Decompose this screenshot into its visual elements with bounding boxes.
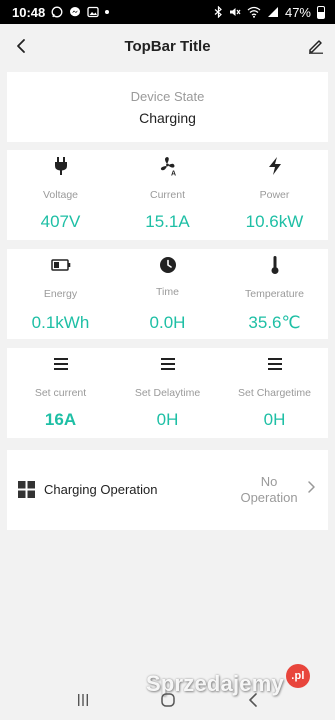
pencil-icon bbox=[309, 40, 323, 54]
set-delaytime-value: 0H bbox=[156, 410, 179, 429]
battery-icon bbox=[7, 255, 114, 275]
time-value: 0.0H bbox=[149, 313, 186, 332]
voltage-label: Voltage bbox=[42, 189, 79, 201]
system-nav-bar bbox=[0, 680, 335, 720]
gallery-icon bbox=[87, 6, 99, 18]
device-state-value: Charging bbox=[139, 110, 196, 126]
setting-chargetime[interactable]: Set Chargetime 0H bbox=[221, 348, 328, 438]
bluetooth-icon bbox=[214, 6, 223, 18]
metric-power: Power 10.6kW bbox=[221, 150, 328, 240]
signal-icon bbox=[267, 6, 279, 18]
charging-operation-status: No Operation bbox=[229, 474, 309, 506]
plug-icon bbox=[7, 156, 114, 176]
power-label: Power bbox=[259, 189, 290, 201]
set-chargetime-value: 0H bbox=[263, 410, 286, 429]
battery-percent: 47% bbox=[284, 4, 311, 20]
chevron-left-icon bbox=[17, 39, 25, 53]
power-value: 10.6kW bbox=[245, 212, 304, 231]
time-label: Time bbox=[156, 286, 179, 298]
messenger-icon bbox=[69, 6, 81, 18]
battery-fill bbox=[318, 12, 324, 18]
device-state-card: Device State Charging bbox=[7, 72, 328, 142]
menu-icon bbox=[114, 354, 221, 374]
whatsapp-icon bbox=[51, 6, 63, 18]
set-delaytime-label: Set Delaytime bbox=[134, 387, 201, 399]
status-time: 10:48 bbox=[12, 4, 46, 20]
operation-status-line1: No bbox=[260, 474, 278, 489]
charging-operation-row[interactable]: Charging Operation No Operation bbox=[7, 450, 328, 530]
mute-icon bbox=[229, 6, 241, 18]
metric-energy: Energy 0.1kWh bbox=[7, 249, 114, 339]
fan-current-icon: A bbox=[114, 156, 221, 176]
menu-icon bbox=[221, 354, 328, 374]
metric-temperature: Temperature 35.6℃ bbox=[221, 249, 328, 339]
battery-icon bbox=[317, 5, 325, 19]
clock-icon bbox=[114, 255, 221, 275]
home-button[interactable] bbox=[148, 685, 188, 715]
metric-time: Time 0.0H bbox=[114, 249, 221, 339]
top-bar: TopBar Title bbox=[0, 24, 335, 68]
thermometer-icon bbox=[221, 255, 328, 275]
menu-icon bbox=[7, 354, 114, 374]
metrics-card-electrical: Voltage 407V A Current 15.1A Power 10.6k… bbox=[7, 150, 328, 240]
set-current-label: Set current bbox=[34, 387, 87, 399]
status-bar-left: 10:48 bbox=[12, 4, 110, 20]
wifi-icon bbox=[247, 6, 261, 18]
battery-shell bbox=[317, 5, 325, 19]
status-bar-right: 47% bbox=[214, 5, 325, 20]
svg-text:A: A bbox=[171, 171, 176, 177]
back-button[interactable] bbox=[8, 33, 34, 59]
back-icon bbox=[248, 693, 257, 707]
recent-apps-button[interactable] bbox=[63, 685, 103, 715]
metrics-card-session: Energy 0.1kWh Time 0.0H Temperature 35.6… bbox=[7, 249, 328, 339]
lightning-icon bbox=[221, 156, 328, 176]
home-icon bbox=[160, 693, 175, 707]
operation-status-line2: Operation bbox=[240, 490, 298, 505]
recent-apps-icon bbox=[77, 694, 88, 706]
energy-label: Energy bbox=[43, 288, 78, 300]
dot-icon bbox=[105, 10, 110, 14]
page-title: TopBar Title bbox=[124, 37, 211, 55]
edit-button[interactable] bbox=[303, 33, 329, 59]
back-nav-button[interactable] bbox=[233, 685, 273, 715]
setting-current[interactable]: Set current 16A bbox=[7, 348, 114, 438]
settings-card: Set current 16A Set Delaytime 0H Set Cha… bbox=[7, 348, 328, 438]
set-current-value: 16A bbox=[44, 410, 77, 429]
current-value: 15.1A bbox=[145, 212, 190, 231]
status-bar: 10:48 47% bbox=[0, 0, 335, 24]
metric-current: A Current 15.1A bbox=[114, 150, 221, 240]
temperature-value: 35.6℃ bbox=[248, 313, 301, 332]
charging-operation-label: Charging Operation bbox=[44, 482, 158, 497]
device-state-label: Device State bbox=[130, 89, 205, 104]
metric-voltage: Voltage 407V bbox=[7, 150, 114, 240]
set-chargetime-label: Set Chargetime bbox=[238, 387, 311, 399]
current-label: Current bbox=[149, 189, 185, 201]
temperature-label: Temperature bbox=[245, 288, 304, 300]
setting-delaytime[interactable]: Set Delaytime 0H bbox=[114, 348, 221, 438]
chevron-right-icon bbox=[307, 480, 316, 499]
voltage-value: 407V bbox=[40, 212, 81, 231]
grid-icon bbox=[18, 481, 35, 503]
energy-value: 0.1kWh bbox=[31, 313, 90, 332]
